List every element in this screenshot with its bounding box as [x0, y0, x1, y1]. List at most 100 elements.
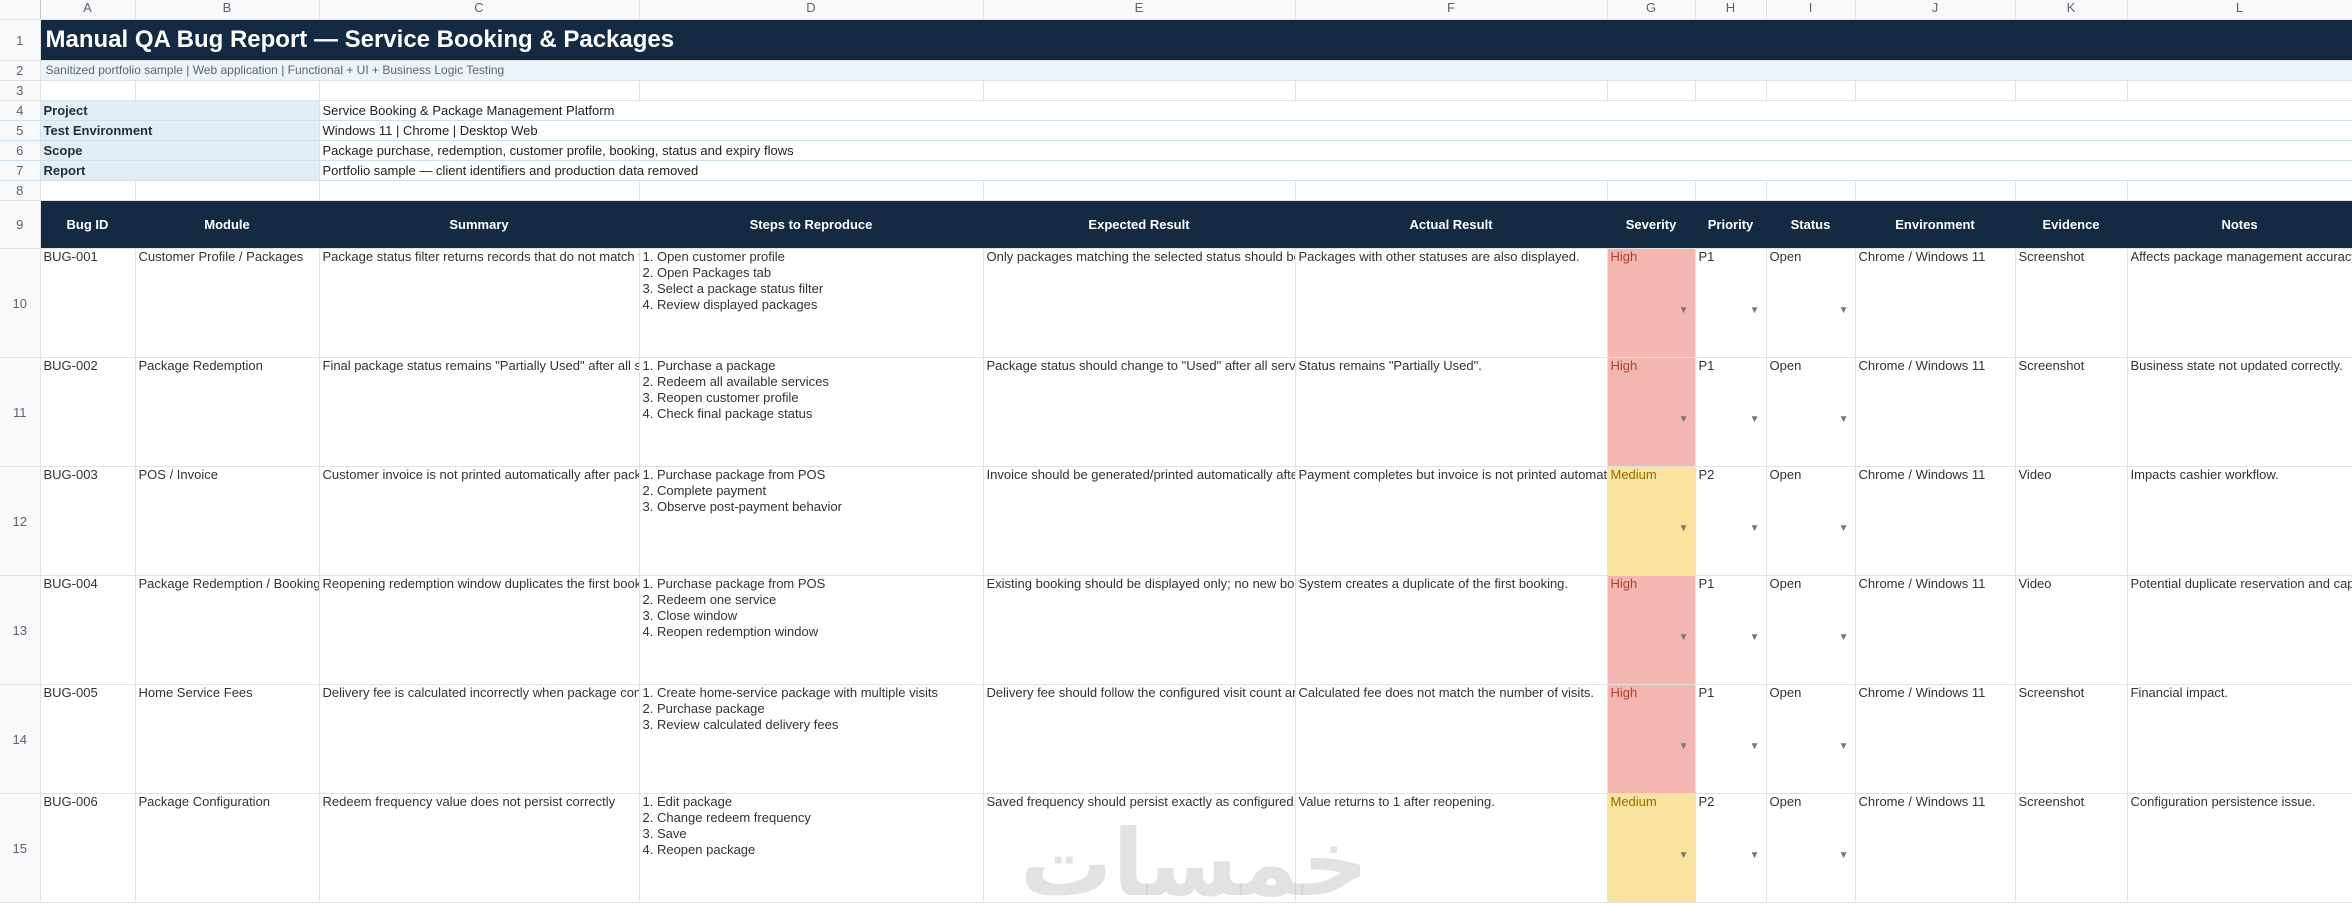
- cell-environment[interactable]: Chrome / Windows 11: [1855, 685, 2015, 794]
- row-header[interactable]: 10: [0, 249, 40, 358]
- cell-expected[interactable]: Existing booking should be displayed onl…: [983, 576, 1295, 685]
- cell[interactable]: [983, 181, 1295, 201]
- cell-severity[interactable]: Medium▼: [1607, 794, 1695, 903]
- cell-module[interactable]: Package Configuration: [135, 794, 319, 903]
- dropdown-arrow-icon[interactable]: ▼: [1839, 412, 1849, 428]
- dropdown-arrow-icon[interactable]: ▼: [1679, 848, 1689, 864]
- cell-summary[interactable]: Final package status remains "Partially …: [319, 358, 639, 467]
- dropdown-arrow-icon[interactable]: ▼: [1679, 739, 1689, 755]
- column-title[interactable]: Steps to Reproduce: [639, 201, 983, 249]
- row-header[interactable]: 4: [0, 101, 40, 121]
- column-header[interactable]: H: [1695, 0, 1766, 20]
- row-header[interactable]: 14: [0, 685, 40, 794]
- row-header[interactable]: 6: [0, 141, 40, 161]
- meta-value[interactable]: Windows 11 | Chrome | Desktop Web: [319, 121, 2352, 141]
- cell-steps[interactable]: 1. Open customer profile2. Open Packages…: [639, 249, 983, 358]
- cell-id[interactable]: BUG-001: [40, 249, 135, 358]
- cell-status[interactable]: Open▼: [1766, 467, 1855, 576]
- cell-priority[interactable]: P1▼: [1695, 249, 1766, 358]
- cell-status[interactable]: Open▼: [1766, 576, 1855, 685]
- cell-summary[interactable]: Package status filter returns records th…: [319, 249, 639, 358]
- row-header[interactable]: 15: [0, 794, 40, 903]
- cell-status[interactable]: Open▼: [1766, 794, 1855, 903]
- cell[interactable]: [2015, 81, 2127, 101]
- cell-notes[interactable]: Financial impact.: [2127, 685, 2352, 794]
- row-header[interactable]: 9: [0, 201, 40, 249]
- row-header[interactable]: 11: [0, 358, 40, 467]
- dropdown-arrow-icon[interactable]: ▼: [1679, 303, 1689, 319]
- dropdown-arrow-icon[interactable]: ▼: [1750, 848, 1760, 864]
- cell-status[interactable]: Open▼: [1766, 249, 1855, 358]
- cell[interactable]: [1295, 181, 1607, 201]
- meta-label[interactable]: Report: [40, 161, 319, 181]
- cell-steps[interactable]: 1. Create home-service package with mult…: [639, 685, 983, 794]
- cell[interactable]: [319, 81, 639, 101]
- column-header[interactable]: E: [983, 0, 1295, 20]
- meta-label[interactable]: Test Environment: [40, 121, 319, 141]
- cell-summary[interactable]: Redeem frequency value does not persist …: [319, 794, 639, 903]
- column-title[interactable]: Priority: [1695, 201, 1766, 249]
- cell-id[interactable]: BUG-005: [40, 685, 135, 794]
- column-title[interactable]: Actual Result: [1295, 201, 1607, 249]
- cell[interactable]: [1695, 81, 1766, 101]
- column-header[interactable]: J: [1855, 0, 2015, 20]
- column-title[interactable]: Expected Result: [983, 201, 1295, 249]
- cell[interactable]: [135, 81, 319, 101]
- subtitle-cell[interactable]: Sanitized portfolio sample | Web applica…: [40, 61, 2352, 81]
- dropdown-arrow-icon[interactable]: ▼: [1750, 630, 1760, 646]
- cell-actual[interactable]: Packages with other statuses are also di…: [1295, 249, 1607, 358]
- cell-notes[interactable]: Potential duplicate reservation and capa…: [2127, 576, 2352, 685]
- cell-evidence[interactable]: Screenshot: [2015, 685, 2127, 794]
- cell[interactable]: [639, 81, 983, 101]
- cell-actual[interactable]: Status remains "Partially Used".: [1295, 358, 1607, 467]
- cell-expected[interactable]: Only packages matching the selected stat…: [983, 249, 1295, 358]
- cell-priority[interactable]: P1▼: [1695, 576, 1766, 685]
- cell-id[interactable]: BUG-003: [40, 467, 135, 576]
- dropdown-arrow-icon[interactable]: ▼: [1750, 521, 1760, 537]
- row-header[interactable]: 5: [0, 121, 40, 141]
- cell-evidence[interactable]: Screenshot: [2015, 249, 2127, 358]
- cell[interactable]: [1855, 81, 2015, 101]
- cell[interactable]: [1295, 81, 1607, 101]
- cell[interactable]: [2015, 181, 2127, 201]
- cell-steps[interactable]: 1. Purchase package from POS2. Redeem on…: [639, 576, 983, 685]
- row-header[interactable]: 3: [0, 81, 40, 101]
- meta-value[interactable]: Portfolio sample — client identifiers an…: [319, 161, 2352, 181]
- cell-environment[interactable]: Chrome / Windows 11: [1855, 576, 2015, 685]
- column-header[interactable]: K: [2015, 0, 2127, 20]
- cell-module[interactable]: POS / Invoice: [135, 467, 319, 576]
- dropdown-arrow-icon[interactable]: ▼: [1750, 739, 1760, 755]
- cell-id[interactable]: BUG-006: [40, 794, 135, 903]
- dropdown-arrow-icon[interactable]: ▼: [1679, 630, 1689, 646]
- cell-environment[interactable]: Chrome / Windows 11: [1855, 467, 2015, 576]
- meta-label[interactable]: Project: [40, 101, 319, 121]
- cell-priority[interactable]: P2▼: [1695, 794, 1766, 903]
- cell[interactable]: [1607, 181, 1695, 201]
- row-header[interactable]: 8: [0, 181, 40, 201]
- dropdown-arrow-icon[interactable]: ▼: [1839, 739, 1849, 755]
- cell-expected[interactable]: Package status should change to "Used" a…: [983, 358, 1295, 467]
- cell-environment[interactable]: Chrome / Windows 11: [1855, 794, 2015, 903]
- row-header[interactable]: 12: [0, 467, 40, 576]
- cell[interactable]: [1855, 181, 2015, 201]
- cell-expected[interactable]: Delivery fee should follow the configure…: [983, 685, 1295, 794]
- cell-status[interactable]: Open▼: [1766, 685, 1855, 794]
- cell-summary[interactable]: Customer invoice is not printed automati…: [319, 467, 639, 576]
- cell[interactable]: [1607, 81, 1695, 101]
- cell[interactable]: [40, 181, 135, 201]
- cell-module[interactable]: Home Service Fees: [135, 685, 319, 794]
- dropdown-arrow-icon[interactable]: ▼: [1839, 848, 1849, 864]
- dropdown-arrow-icon[interactable]: ▼: [1679, 412, 1689, 428]
- row-header[interactable]: 1: [0, 20, 40, 61]
- cell-expected[interactable]: Saved frequency should persist exactly a…: [983, 794, 1295, 903]
- row-header[interactable]: 13: [0, 576, 40, 685]
- cell-priority[interactable]: P1▼: [1695, 358, 1766, 467]
- cell-environment[interactable]: Chrome / Windows 11: [1855, 249, 2015, 358]
- meta-value[interactable]: Service Booking & Package Management Pla…: [319, 101, 2352, 121]
- column-title[interactable]: Bug ID: [40, 201, 135, 249]
- cell-evidence[interactable]: Screenshot: [2015, 794, 2127, 903]
- cell-notes[interactable]: Impacts cashier workflow.: [2127, 467, 2352, 576]
- cell-status[interactable]: Open▼: [1766, 358, 1855, 467]
- cell[interactable]: [1766, 81, 1855, 101]
- column-header[interactable]: F: [1295, 0, 1607, 20]
